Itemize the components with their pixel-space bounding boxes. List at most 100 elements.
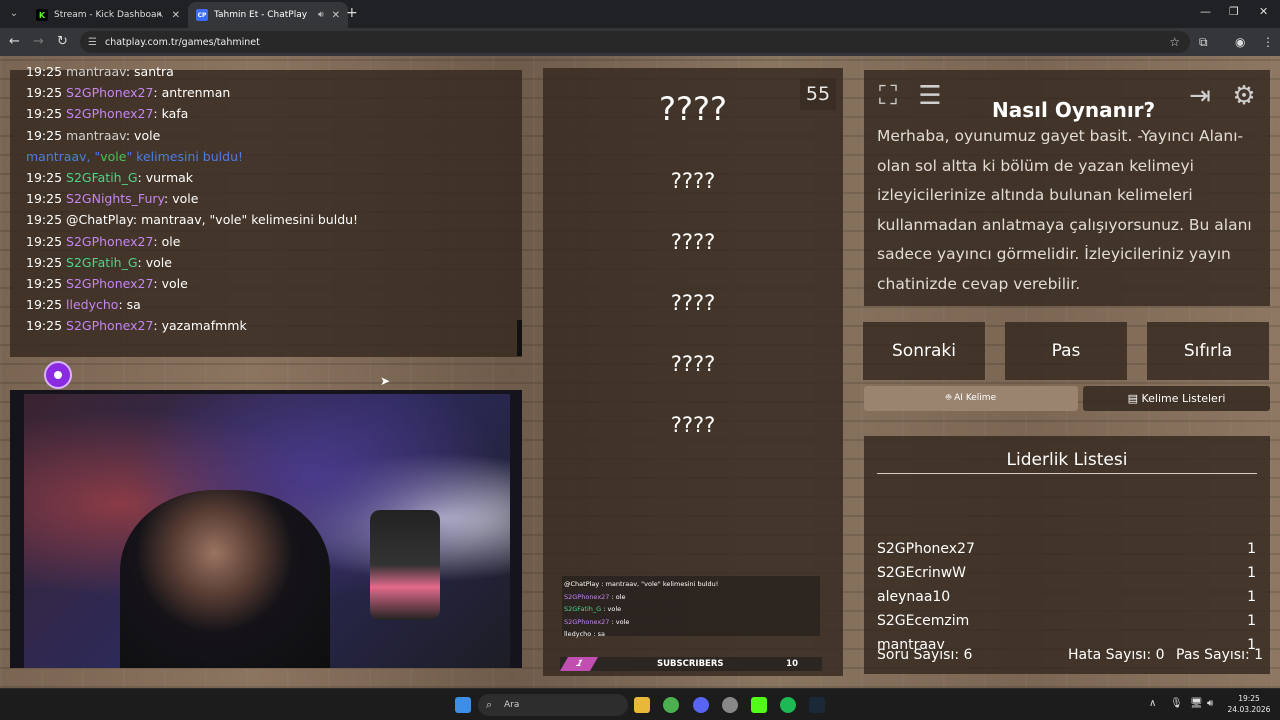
audio-icon[interactable]: 🔊︎ xyxy=(318,10,324,20)
url-bar[interactable]: ☰ chatplay.com.tr/games/tahminet ☆ xyxy=(80,31,1190,53)
chat-username[interactable]: S2GPhonex27 xyxy=(66,276,153,291)
url-text: chatplay.com.tr/games/tahminet xyxy=(104,36,260,48)
overlay-message: : vole xyxy=(601,605,622,614)
notes-icon[interactable]: ☰ xyxy=(914,80,946,112)
hidden-word: ???? xyxy=(670,230,716,254)
fullscreen-icon[interactable]: ⛶ xyxy=(872,80,904,112)
site-info-icon[interactable]: ☰ xyxy=(88,37,97,48)
leaderboard-name: S2GEcrinwW xyxy=(877,565,966,581)
close-window-icon[interactable]: ✕ xyxy=(1259,5,1268,18)
chat-time: 19:25 xyxy=(26,275,63,291)
how-to-play-text: Merhaba, oyunumuz gayet basit. -Yayıncı … xyxy=(877,127,1252,293)
chat-line: 19:25 S2GPhonex27: antrenman xyxy=(26,85,231,101)
kick-logo-icon xyxy=(44,361,72,389)
pass-button[interactable]: Pas xyxy=(1005,322,1127,380)
chat-username[interactable]: lledycho xyxy=(66,297,118,312)
tab-search-icon[interactable]: ⌄ xyxy=(6,6,22,22)
chat-line: 19:25 S2GPhonex27: vole xyxy=(26,275,188,291)
browser-menu-icon[interactable]: ⋮ xyxy=(1262,35,1274,49)
chat-time: 19:25 xyxy=(26,169,63,185)
reset-button[interactable]: Sıfırla xyxy=(1147,322,1269,380)
chat-message: vole xyxy=(161,275,188,291)
chat-username[interactable]: @ChatPlay xyxy=(66,212,133,227)
close-tab-icon[interactable]: ✕ xyxy=(332,10,340,21)
microphone-icon[interactable]: 🎙︎ xyxy=(1170,698,1183,709)
chrome-icon[interactable] xyxy=(663,697,679,713)
network-icon[interactable]: 🖥︎ xyxy=(1190,698,1203,709)
chat-line: 19:25 mantraav: vole xyxy=(26,127,161,143)
clock-time: 19:25 xyxy=(1238,694,1260,703)
ai-word-tab[interactable]: 🤖︎ AI Kelime xyxy=(864,386,1078,411)
chat-message: yazamafmmk xyxy=(161,318,247,334)
search-icon: ⌕ xyxy=(486,698,493,711)
steam-icon[interactable] xyxy=(809,697,825,713)
leaderboard-score: 1 xyxy=(1247,541,1256,557)
chat-scrollbar[interactable] xyxy=(517,320,522,356)
overlay-chat-line: S2GFatih_G : vole xyxy=(564,603,818,616)
how-to-play-title: Nasıl Oynanır? xyxy=(992,98,1156,122)
chat-username[interactable]: mantraav xyxy=(66,128,126,143)
extensions-icon[interactable]: ⧉ xyxy=(1199,35,1208,50)
chat-username[interactable]: mantraav xyxy=(66,64,126,79)
settings-gear-icon[interactable]: ⚙ xyxy=(1228,80,1260,112)
word-lists-tab[interactable]: ▤ Kelime Listeleri xyxy=(1083,386,1270,411)
system-message-text: " kelimesini buldu! xyxy=(126,148,244,164)
overlay-message: : vole xyxy=(609,617,630,626)
chat-username[interactable]: S2GPhonex27 xyxy=(66,106,153,121)
new-tab-button[interactable]: + xyxy=(346,5,358,21)
file-explorer-icon[interactable] xyxy=(634,697,650,713)
webcam-feed xyxy=(10,390,522,668)
chat-message: vole xyxy=(172,191,199,207)
chat-username[interactable]: S2GPhonex27 xyxy=(66,234,153,249)
muted-icon[interactable]: 🔇︎ xyxy=(158,10,164,20)
restore-icon[interactable]: ❐ xyxy=(1229,5,1239,18)
leaderboard-panel: Liderlik Listesi S2GPhonex27 1 S2GEcrinwW 1… xyxy=(864,436,1270,674)
discord-icon[interactable] xyxy=(693,697,709,713)
taskbar-clock[interactable]: 19:25 24.03.2026 xyxy=(1224,693,1274,715)
leaderboard-score: 1 xyxy=(1247,613,1256,629)
windows-taskbar: ⌕ Ara ∧ 🎙︎ 🖥︎ 🔊︎ 19:25 24.03.2026 xyxy=(0,688,1280,720)
exit-icon[interactable]: ⇥ xyxy=(1184,80,1216,112)
next-button[interactable]: Sonraki xyxy=(863,322,985,380)
taskbar-search[interactable]: ⌕ Ara xyxy=(478,694,628,716)
chat-username[interactable]: S2GPhonex27 xyxy=(66,318,153,333)
chat-line: 19:25 S2GNights_Fury: vole xyxy=(26,191,199,207)
forward-icon[interactable]: → xyxy=(33,34,44,49)
hidden-word: ???? xyxy=(670,291,716,315)
subscribers-bar: 1 SUBSCRIBERS 10 xyxy=(559,657,822,671)
mouse-cursor-icon: ➤ xyxy=(380,374,391,388)
chat-username[interactable]: S2GPhonex27 xyxy=(66,85,153,100)
hidden-word: ???? xyxy=(670,413,716,437)
minimize-icon[interactable]: — xyxy=(1200,5,1211,18)
close-tab-icon[interactable]: ✕ xyxy=(172,10,180,21)
chat-username[interactable]: S2GFatih_G xyxy=(66,255,138,270)
subscribers-label: SUBSCRIBERS xyxy=(657,659,724,669)
tray-overflow-icon[interactable]: ∧ xyxy=(1149,698,1156,709)
obs-icon[interactable] xyxy=(722,697,738,713)
reload-icon[interactable]: ↻ xyxy=(57,34,68,49)
kick-favicon-icon: K xyxy=(36,9,48,21)
address-toolbar: ← → ↻ ☰ chatplay.com.tr/games/tahminet ☆… xyxy=(0,28,1280,56)
chat-message: sa xyxy=(126,297,141,313)
leaderboard-name: S2GPhonex27 xyxy=(877,541,975,557)
back-icon[interactable]: ← xyxy=(9,34,20,49)
ai-word-label: AI Kelime xyxy=(954,393,997,403)
tab-kick-dashboard[interactable]: K Stream - Kick Dashboard 🔇︎ ✕ xyxy=(28,2,188,28)
chat-message: vole xyxy=(145,254,172,270)
chat-username[interactable]: S2GNights_Fury xyxy=(66,191,164,206)
chat-username[interactable]: S2GFatih_G xyxy=(66,170,138,185)
bookmark-star-icon[interactable]: ☆ xyxy=(1169,35,1180,49)
volume-icon[interactable]: 🔊︎ xyxy=(1207,698,1213,709)
profile-avatar[interactable]: ◉ xyxy=(1235,35,1245,49)
overlay-message: : mantraav, "vole" kelimesini buldu! xyxy=(599,580,719,588)
leaderboard-row: S2GEcrinwW 1 xyxy=(877,561,1256,585)
chat-time: 19:25 xyxy=(26,297,63,313)
spotify-icon[interactable] xyxy=(780,697,796,713)
start-menu-icon[interactable] xyxy=(455,697,471,713)
browser-tab-bar: ⌄ K Stream - Kick Dashboard 🔇︎ ✕ CP Tahm… xyxy=(0,0,1280,28)
robot-icon: 🤖︎ xyxy=(945,393,955,403)
kick-app-icon[interactable] xyxy=(751,697,767,713)
overlay-username: S2GPhonex27 xyxy=(564,592,610,601)
system-message-text: mantraav, " xyxy=(26,148,101,164)
tab-chatplay[interactable]: CP Tahmin Et - ChatPlay 🔊︎ ✕ xyxy=(188,2,348,28)
